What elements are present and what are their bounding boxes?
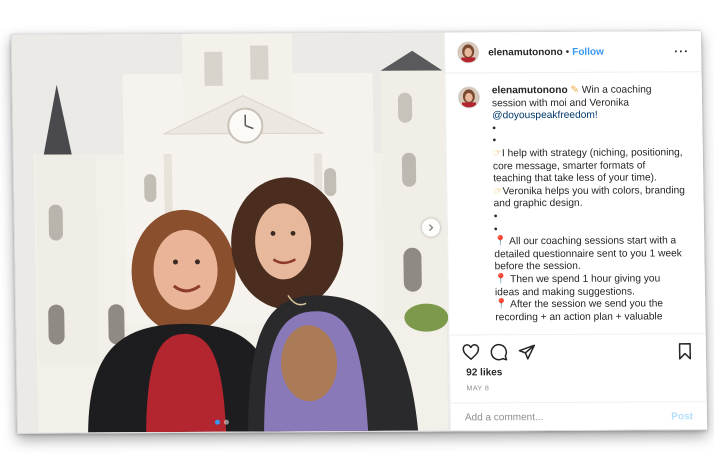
caption-line: • <box>493 223 498 235</box>
share-icon <box>518 344 536 360</box>
avatar[interactable] <box>457 41 480 64</box>
carousel-next-button[interactable] <box>421 218 441 237</box>
header-separator: • <box>565 46 570 58</box>
hand-emoji-icon: ✎ <box>570 84 580 96</box>
comment-button[interactable] <box>490 343 508 361</box>
heart-icon <box>462 344 480 361</box>
like-button[interactable] <box>462 343 480 361</box>
caption-line: 📍 Then we spend 1 hour giving you ideas … <box>494 273 661 298</box>
carousel-dot-active <box>214 419 221 425</box>
hand-emoji-icon: ☞ <box>492 148 503 160</box>
caption-line: • <box>493 211 498 223</box>
caption-line: 📍 After the session we send you the reco… <box>495 298 664 323</box>
post-comment-button[interactable]: Post <box>671 411 693 422</box>
save-button[interactable] <box>676 342 694 360</box>
avatar-image <box>458 87 480 108</box>
pin-emoji-icon: 📍 <box>494 236 507 248</box>
comment-input[interactable] <box>464 410 672 423</box>
mention-link[interactable]: @doyouspeakfreedom! <box>492 109 684 123</box>
hand-emoji-icon: ☞ <box>493 186 503 198</box>
caption-text: elenamutonono ✎ Win a coaching session w… <box>492 84 688 324</box>
caption-avatar[interactable] <box>457 86 481 109</box>
post-photo[interactable] <box>11 32 451 433</box>
caption-line: ☞Veronika helps you with colors, brandin… <box>493 185 685 210</box>
pin-emoji-icon: 📍 <box>494 274 508 286</box>
more-options-button[interactable]: ··· <box>674 44 689 58</box>
caption-area: elenamutonono ✎ Win a coaching session w… <box>446 72 706 330</box>
carousel-indicator <box>214 419 230 425</box>
caption-line: ☞I help with strategy (niching, position… <box>492 147 683 185</box>
caption-line: • <box>492 135 497 147</box>
follow-button[interactable]: Follow <box>572 46 604 57</box>
post-header: elenamutonono • Follow ··· <box>444 31 702 74</box>
carousel-dot <box>223 419 230 425</box>
likes-count[interactable]: 92 likes <box>466 367 502 378</box>
bookmark-icon <box>678 343 692 360</box>
comment-bar: Post <box>450 401 708 432</box>
caption-line: 📍 All our coaching sessions start with a… <box>494 235 682 273</box>
avatar-image <box>458 42 479 63</box>
pin-emoji-icon: 📍 <box>495 299 508 311</box>
post-date[interactable]: MAY 8 <box>466 385 489 392</box>
header-username[interactable]: elenamutonono <box>488 46 563 57</box>
photo-illustration <box>11 32 451 433</box>
caption-username[interactable]: elenamutonono <box>492 85 568 96</box>
chevron-right-icon <box>428 224 434 232</box>
post-side-panel: elenamutonono • Follow ··· elenamutonono… <box>443 31 708 432</box>
action-bar <box>449 333 707 370</box>
share-button[interactable] <box>518 343 536 361</box>
screenshot-stage: elenamutonono • Follow ··· elenamutonono… <box>0 0 714 462</box>
caption-line: • <box>492 123 497 135</box>
caption-row: elenamutonono ✎ Win a coaching session w… <box>457 84 694 324</box>
instagram-post: elenamutonono • Follow ··· elenamutonono… <box>10 30 708 434</box>
comment-icon <box>490 343 508 361</box>
